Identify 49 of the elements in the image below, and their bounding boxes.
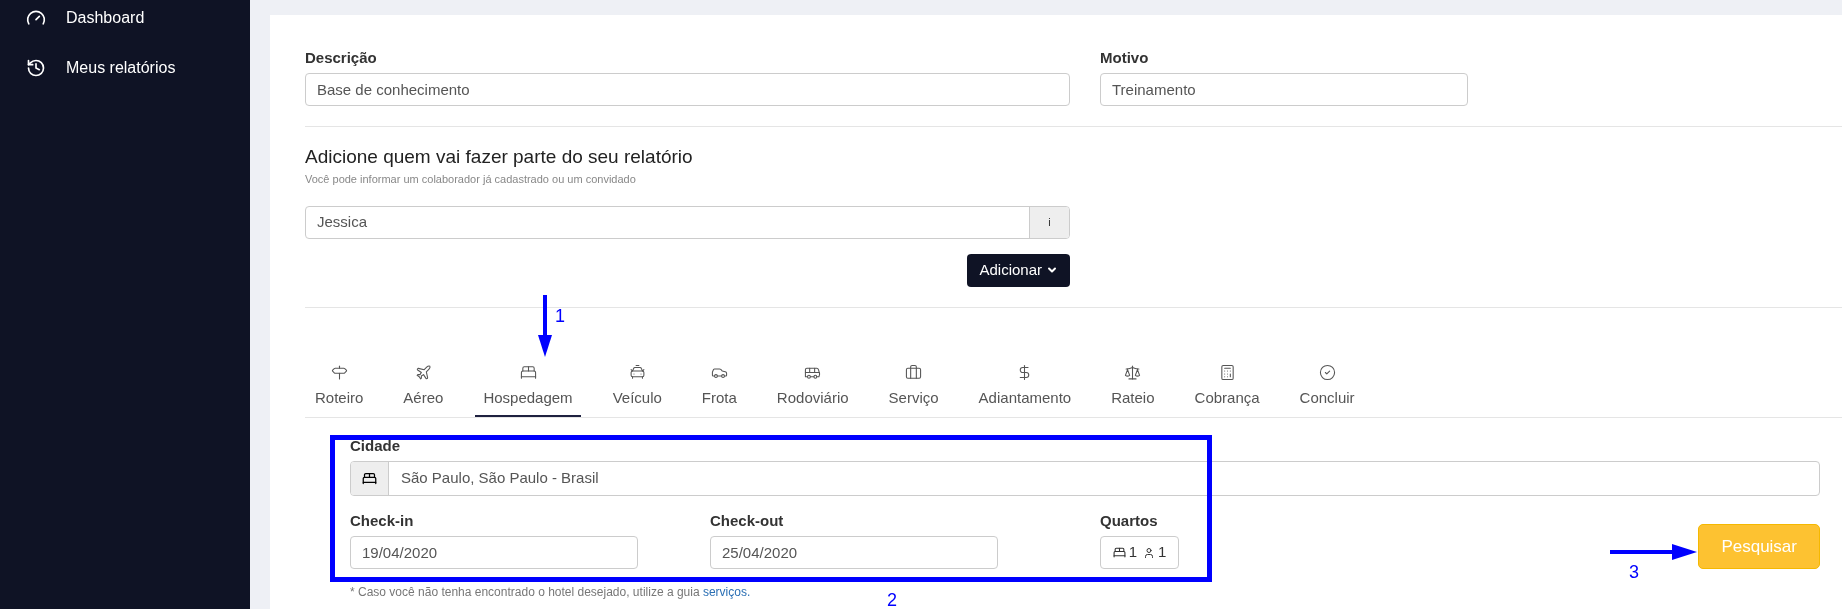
reason-field[interactable]: Treinamento	[1100, 73, 1468, 106]
tab[interactable]: Hospedagem	[475, 363, 581, 417]
field-label: Motivo	[1100, 50, 1149, 65]
sidebar-item[interactable]: Dashboard	[26, 6, 250, 30]
tab[interactable]: Aéreo	[395, 363, 452, 417]
tab[interactable]: Concluir	[1291, 363, 1363, 417]
scale-icon	[1124, 363, 1142, 381]
field-label: Quartos	[1100, 513, 1158, 528]
person-icon	[1143, 546, 1155, 559]
city-field[interactable]: São Paulo, São Paulo - Brasil	[350, 461, 1820, 496]
services-link[interactable]: serviços.	[702, 585, 751, 599]
tab[interactable]: Serviço	[880, 363, 947, 417]
tab[interactable]: Veículo	[604, 363, 670, 417]
check-circle-icon	[1318, 363, 1336, 381]
field-label: Descrição	[305, 50, 377, 65]
section-title: Adicione quem vai fazer parte do seu relatório	[305, 147, 694, 166]
tab[interactable]: Frota	[693, 363, 745, 417]
participant-field[interactable]: Jessica i	[305, 205, 1070, 239]
calculator-icon	[1218, 363, 1236, 381]
bed-icon	[362, 471, 377, 486]
bed-icon	[519, 363, 537, 381]
tab[interactable]: Roteiro	[307, 363, 372, 417]
plane-icon	[414, 363, 432, 381]
field-label: Check-out	[710, 513, 784, 528]
briefcase-icon	[905, 363, 923, 381]
signpost-icon	[330, 363, 348, 381]
sidebar-item[interactable]: Meus relatórios	[26, 56, 250, 80]
description-field[interactable]: Base de conhecimento	[305, 73, 1070, 106]
add-button[interactable]: Adicionar	[967, 253, 1070, 287]
field-label: Cidade	[350, 438, 400, 453]
rooms-field[interactable]: 1 1	[1100, 536, 1179, 569]
checkin-field[interactable]: 19/04/2020	[350, 536, 638, 569]
info-addon[interactable]: i	[1029, 206, 1069, 238]
annotation-number: 1	[555, 307, 565, 325]
taxi-icon	[628, 363, 646, 381]
tab[interactable]: Cobrança	[1186, 363, 1268, 417]
tab[interactable]: Rodoviário	[768, 363, 857, 417]
annotation-arrow	[538, 295, 552, 357]
note-text: * Caso você não tenha encontrado o hotel desejado, utilize a guia serviços.	[350, 584, 751, 601]
checkout-field[interactable]: 25/04/2020	[710, 536, 998, 569]
annotation-number: 2	[887, 591, 897, 609]
tab[interactable]: Rateio	[1103, 363, 1163, 417]
annotation-number: 3	[1629, 563, 1639, 581]
tab[interactable]: Adiantamento	[970, 363, 1080, 417]
gauge-icon	[26, 8, 46, 28]
field-label: Check-in	[350, 513, 414, 528]
section-subtitle: Você pode informar um colaborador já cadastrado ou um convidado	[305, 172, 637, 187]
bed-icon	[1112, 546, 1126, 559]
history-icon	[26, 58, 46, 78]
